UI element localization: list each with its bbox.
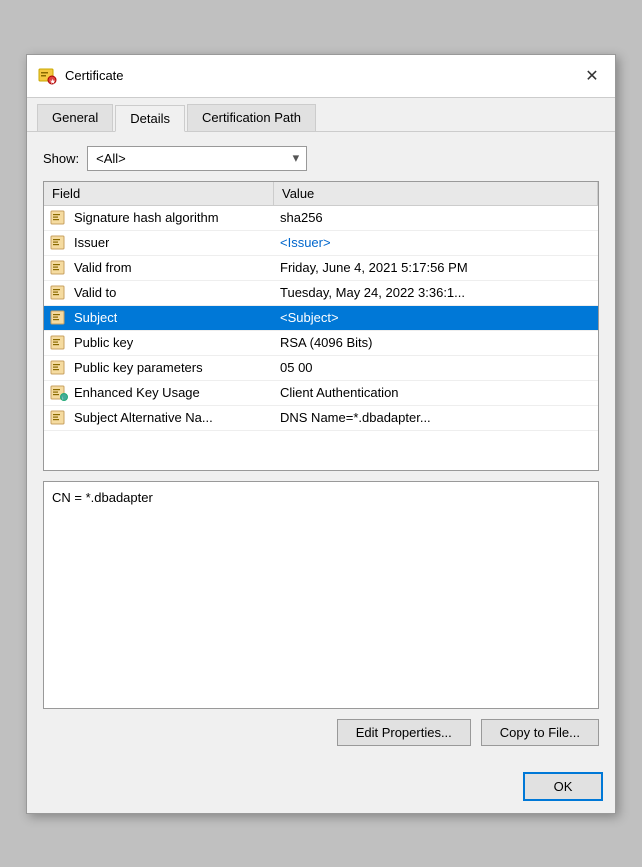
- field-icon: [50, 359, 68, 377]
- close-button[interactable]: ✕: [579, 63, 605, 89]
- field-icon: ↓: [50, 384, 68, 402]
- table-row[interactable]: Subject <Subject>: [44, 306, 598, 331]
- field-name: Signature hash algorithm: [74, 210, 219, 225]
- show-label: Show:: [43, 151, 79, 166]
- field-icon: [50, 209, 68, 227]
- header-field: Field: [44, 182, 274, 205]
- svg-text:↓: ↓: [62, 395, 65, 401]
- field-value: Client Authentication: [274, 381, 598, 405]
- table-body: Signature hash algorithm sha256 Issuer <Is…: [44, 206, 598, 470]
- field-value: <Subject>: [274, 306, 598, 330]
- field-value: <Issuer>: [274, 231, 598, 255]
- certificate-dialog: ★ Certificate ✕ General Details Certific…: [26, 54, 616, 814]
- show-dropdown[interactable]: <All> Version 1 Fields Only Extensions O…: [87, 146, 307, 171]
- table-row[interactable]: Valid to Tuesday, May 24, 2022 3:36:1...: [44, 281, 598, 306]
- copy-to-file-button[interactable]: Copy to File...: [481, 719, 599, 746]
- tab-general[interactable]: General: [37, 104, 113, 131]
- detail-text-box: CN = *.dbadapter: [43, 481, 599, 709]
- ok-row: OK: [27, 764, 615, 813]
- field-icon: [50, 234, 68, 252]
- field-name: Subject Alternative Na...: [74, 410, 213, 425]
- window-title: Certificate: [65, 68, 579, 83]
- table-row[interactable]: Subject Alternative Na... DNS Name=*.dbad…: [44, 406, 598, 431]
- header-value: Value: [274, 182, 598, 205]
- field-name: Valid to: [74, 285, 116, 300]
- field-value: Tuesday, May 24, 2022 3:36:1...: [274, 281, 598, 305]
- table-header: Field Value: [44, 182, 598, 206]
- ok-button[interactable]: OK: [523, 772, 603, 801]
- edit-properties-button[interactable]: Edit Properties...: [337, 719, 471, 746]
- field-value: DNS Name=*.dbadapter...: [274, 406, 598, 430]
- field-name: Issuer: [74, 235, 109, 250]
- certificate-icon: ★: [37, 66, 57, 86]
- field-name: Public key: [74, 335, 133, 350]
- field-icon: [50, 284, 68, 302]
- field-name: Subject: [74, 310, 117, 325]
- field-icon: [50, 259, 68, 277]
- table-row[interactable]: Signature hash algorithm sha256: [44, 206, 598, 231]
- table-row[interactable]: Public key parameters 05 00: [44, 356, 598, 381]
- field-value: RSA (4096 Bits): [274, 331, 598, 355]
- tab-bar: General Details Certification Path: [27, 98, 615, 132]
- field-name: Valid from: [74, 260, 132, 275]
- show-row: Show: <All> Version 1 Fields Only Extens…: [43, 146, 599, 171]
- field-icon: [50, 309, 68, 327]
- field-name: Enhanced Key Usage: [74, 385, 200, 400]
- table-row[interactable]: ↓ Enhanced Key Usage Client Authenticatio…: [44, 381, 598, 406]
- field-icon: [50, 409, 68, 427]
- content-area: Show: <All> Version 1 Fields Only Extens…: [27, 132, 615, 764]
- table-row[interactable]: Valid from Friday, June 4, 2021 5:17:56 P…: [44, 256, 598, 281]
- svg-text:★: ★: [50, 78, 56, 85]
- field-icon: [50, 334, 68, 352]
- tab-certpath[interactable]: Certification Path: [187, 104, 316, 131]
- action-buttons: Edit Properties... Copy to File...: [43, 709, 599, 750]
- title-bar: ★ Certificate ✕: [27, 55, 615, 98]
- field-table: Field Value Signature hash algorithm sha2…: [43, 181, 599, 471]
- field-value: Friday, June 4, 2021 5:17:56 PM: [274, 256, 598, 280]
- field-value: sha256: [274, 206, 598, 230]
- table-row[interactable]: Issuer <Issuer>: [44, 231, 598, 256]
- field-value: 05 00: [274, 356, 598, 380]
- field-name: Public key parameters: [74, 360, 203, 375]
- table-row[interactable]: Public key RSA (4096 Bits): [44, 331, 598, 356]
- tab-details[interactable]: Details: [115, 105, 185, 132]
- show-dropdown-wrap: <All> Version 1 Fields Only Extensions O…: [87, 146, 307, 171]
